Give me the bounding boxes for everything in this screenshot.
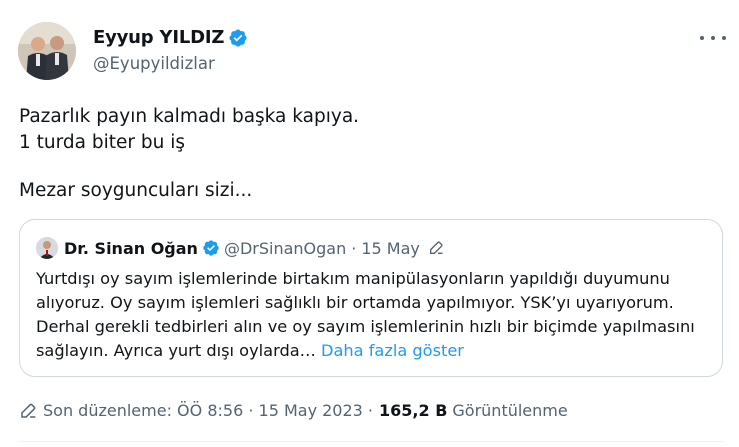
quoted-author-handle[interactable]: @DrSinanOgan (224, 239, 346, 258)
author-avatar[interactable] (18, 22, 76, 80)
verified-badge-icon (203, 240, 219, 256)
author-name[interactable]: Eyyup YILDIZ (93, 27, 224, 48)
tweet-line: 1 turda biter bu iş (19, 132, 186, 153)
edited-timestamp[interactable]: Son düzenleme: ÖÖ 8:56 · 15 May 2023 · (43, 401, 373, 420)
views-label: Görüntülenme (452, 401, 568, 420)
tweet-text: Pazarlık payın kalmadı başka kapıya. 1 t… (19, 104, 359, 204)
show-more-link[interactable]: Daha fazla göster (321, 341, 464, 360)
pencil-icon (21, 403, 36, 418)
quoted-tweet-header: Dr. Sinan Oğan @DrSinanOgan · 15 May (36, 237, 444, 259)
tweet-meta: Son düzenleme: ÖÖ 8:56 · 15 May 2023 · 1… (19, 401, 568, 420)
quoted-tweet[interactable]: Dr. Sinan Oğan @DrSinanOgan · 15 May Yur… (19, 219, 723, 377)
quoted-author-name[interactable]: Dr. Sinan Oğan (64, 239, 198, 258)
quoted-tweet-date[interactable]: 15 May (361, 239, 420, 258)
edit-icon[interactable] (428, 240, 444, 256)
more-icon[interactable] (700, 28, 726, 48)
tweet-line: Pazarlık payın kalmadı başka kapıya. (19, 106, 360, 127)
separator-dot: · (351, 238, 357, 258)
quoted-tweet-body: Yurtdışı oy sayım işlemlerinde birtakım … (36, 267, 721, 363)
verified-badge-icon (229, 28, 247, 47)
views-count: 165,2 B (379, 401, 448, 420)
author-handle[interactable]: @Eyupyildizlar (93, 54, 215, 73)
divider (19, 441, 723, 442)
author-name-row[interactable]: Eyyup YILDIZ (93, 27, 248, 48)
tweet-line: Mezar soyguncuları sizi... (19, 180, 253, 201)
quoted-author-avatar[interactable] (36, 237, 58, 259)
